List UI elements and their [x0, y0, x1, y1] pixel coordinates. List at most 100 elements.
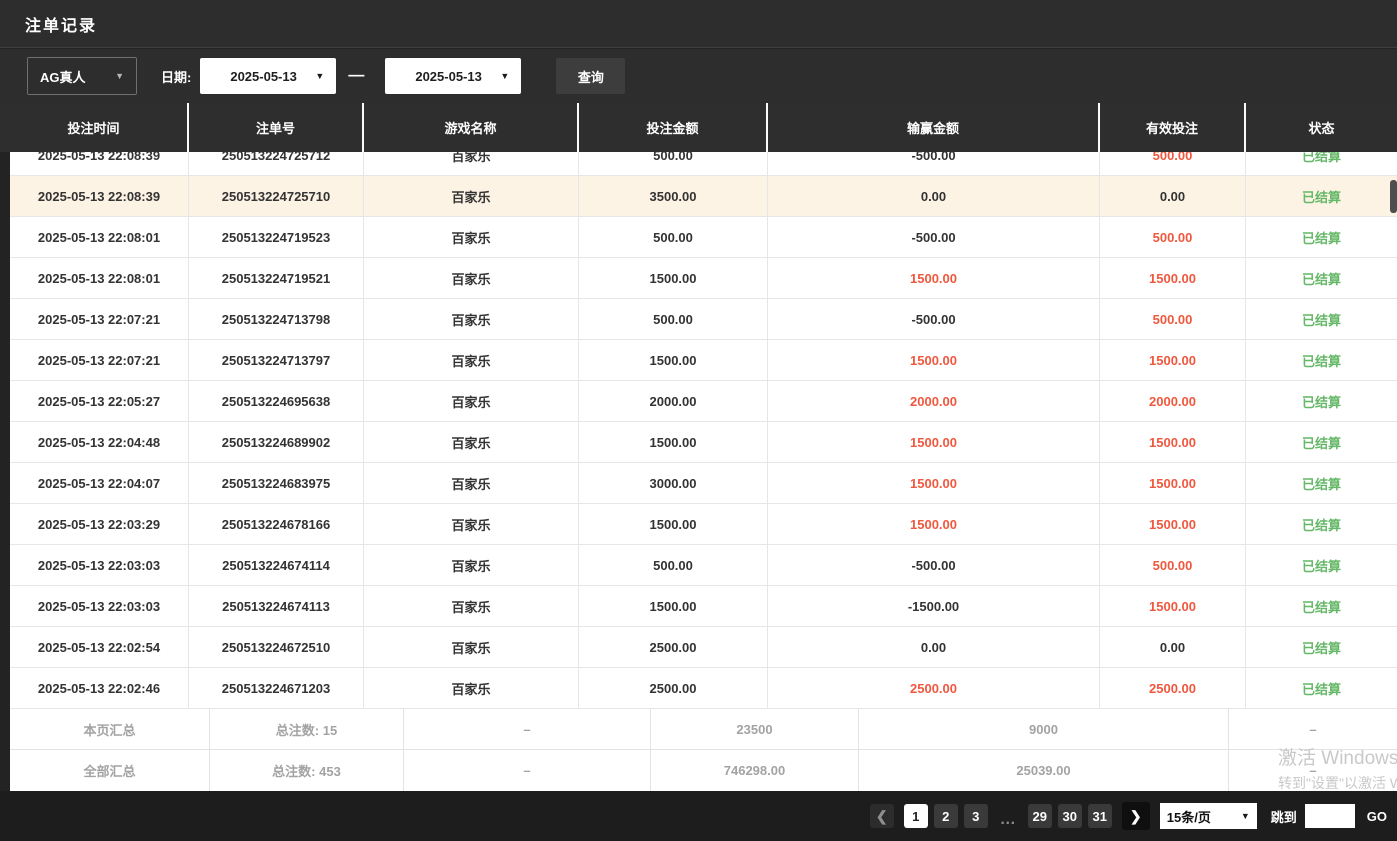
- cell-order-id: 250513224719521: [189, 258, 364, 298]
- table-row[interactable]: 2025-05-13 22:04:07250513224683975百家乐300…: [10, 463, 1397, 504]
- table-row[interactable]: 2025-05-13 22:08:01250513224719523百家乐500…: [10, 217, 1397, 258]
- cell-win-amount: -500.00: [768, 299, 1100, 339]
- prev-page-button[interactable]: ❮: [870, 804, 894, 828]
- page-button[interactable]: 30: [1058, 804, 1082, 828]
- summary-dash: –: [404, 709, 651, 749]
- table-row[interactable]: 2025-05-13 22:02:54250513224672510百家乐250…: [10, 627, 1397, 668]
- cell-bet-amount: 500.00: [579, 299, 768, 339]
- game-select[interactable]: AG真人 ▼: [27, 57, 137, 95]
- cell-order-id: 250513224678166: [189, 504, 364, 544]
- cell-bet-amount: 500.00: [579, 152, 768, 175]
- cell-win-amount: 1500.00: [768, 340, 1100, 380]
- cell-win-amount: 0.00: [768, 627, 1100, 667]
- watermark-line1: 激活 Windows: [1278, 743, 1397, 770]
- cell-bet-amount: 1500.00: [579, 586, 768, 626]
- cell-game-name: 百家乐: [364, 545, 579, 585]
- scrollbar-thumb[interactable]: [1390, 180, 1397, 213]
- cell-status: 已结算: [1246, 217, 1397, 257]
- cell-valid-bet: 500.00: [1100, 545, 1246, 585]
- cell-bet-time: 2025-05-13 22:08:39: [10, 176, 189, 216]
- cell-valid-bet: 1500.00: [1100, 422, 1246, 462]
- cell-bet-time: 2025-05-13 22:08:01: [10, 217, 189, 257]
- date-from-value: 2025-05-13: [230, 69, 297, 84]
- cell-bet-amount: 1500.00: [579, 422, 768, 462]
- watermark-line2: 转到"设置"以激活 Windows。: [1278, 773, 1397, 793]
- cell-win-amount: 1500.00: [768, 504, 1100, 544]
- cell-bet-time: 2025-05-13 22:07:21: [10, 299, 189, 339]
- summary-label: 全部汇总: [10, 750, 210, 791]
- cell-order-id: 250513224689902: [189, 422, 364, 462]
- cell-win-amount: -500.00: [768, 152, 1100, 175]
- date-label: 日期:: [161, 67, 191, 86]
- game-select-value: AG真人: [40, 67, 86, 86]
- cell-valid-bet: 0.00: [1100, 176, 1246, 216]
- cell-win-amount: 1500.00: [768, 422, 1100, 462]
- page-button[interactable]: 31: [1088, 804, 1112, 828]
- cell-game-name: 百家乐: [364, 627, 579, 667]
- page-button[interactable]: 3: [964, 804, 988, 828]
- filter-bar: AG真人 ▼ 日期: 2025-05-13 ▼ — 2025-05-13 ▼ 查…: [0, 49, 1397, 103]
- table-row[interactable]: 2025-05-13 22:04:48250513224689902百家乐150…: [10, 422, 1397, 463]
- jump-page-input[interactable]: [1305, 804, 1355, 828]
- summary-count: 总注数: 15: [210, 709, 404, 749]
- windows-activation-watermark: 激活 Windows 转到"设置"以激活 Windows。: [1278, 743, 1397, 793]
- table-row[interactable]: 2025-05-13 22:05:27250513224695638百家乐200…: [10, 381, 1397, 422]
- cell-win-amount: -500.00: [768, 217, 1100, 257]
- cell-bet-amount: 2500.00: [579, 668, 768, 708]
- cell-win-amount: 1500.00: [768, 258, 1100, 298]
- page-size-value: 15条/页: [1167, 807, 1211, 826]
- page-size-select[interactable]: 15条/页 ▼: [1160, 803, 1257, 829]
- cell-win-amount: 2500.00: [768, 668, 1100, 708]
- table-row[interactable]: 2025-05-13 22:03:03250513224674113百家乐150…: [10, 586, 1397, 627]
- cell-status: 已结算: [1246, 504, 1397, 544]
- cell-status: 已结算: [1246, 463, 1397, 503]
- cell-order-id: 250513224725710: [189, 176, 364, 216]
- cell-status: 已结算: [1246, 586, 1397, 626]
- cell-status: 已结算: [1246, 340, 1397, 380]
- page-list: ❮123…293031❯: [870, 802, 1150, 830]
- table-row[interactable]: 2025-05-13 22:03:03250513224674114百家乐500…: [10, 545, 1397, 586]
- summary-count: 总注数: 453: [210, 750, 404, 791]
- cell-order-id: 250513224674114: [189, 545, 364, 585]
- page-button[interactable]: 1: [904, 804, 928, 828]
- cell-status: 已结算: [1246, 152, 1397, 175]
- date-from-select[interactable]: 2025-05-13 ▼: [200, 58, 336, 94]
- table-body: 2025-05-13 22:08:39250513224725712百家乐500…: [10, 152, 1397, 709]
- cell-order-id: 250513224725712: [189, 152, 364, 175]
- column-header: 输赢金额: [768, 103, 1100, 152]
- summary-bet-total: 23500: [651, 709, 859, 749]
- jump-to-label: 跳到: [1271, 807, 1297, 826]
- table-row[interactable]: 2025-05-13 22:08:39250513224725712百家乐500…: [10, 152, 1397, 176]
- date-range-separator: —: [348, 67, 364, 85]
- table-row[interactable]: 2025-05-13 22:07:21250513224713797百家乐150…: [10, 340, 1397, 381]
- cell-valid-bet: 0.00: [1100, 627, 1246, 667]
- cell-bet-time: 2025-05-13 22:02:54: [10, 627, 189, 667]
- cell-bet-time: 2025-05-13 22:08:39: [10, 152, 189, 175]
- next-page-button[interactable]: ❯: [1122, 802, 1150, 830]
- go-button[interactable]: GO: [1367, 809, 1387, 824]
- bet-records-page: 注单记录 AG真人 ▼ 日期: 2025-05-13 ▼ — 2025-05-1…: [0, 0, 1397, 841]
- table-row[interactable]: 2025-05-13 22:03:29250513224678166百家乐150…: [10, 504, 1397, 545]
- table-row[interactable]: 2025-05-13 22:08:01250513224719521百家乐150…: [10, 258, 1397, 299]
- cell-status: 已结算: [1246, 299, 1397, 339]
- date-to-value: 2025-05-13: [415, 69, 482, 84]
- table-row[interactable]: 2025-05-13 22:08:39250513224725710百家乐350…: [10, 176, 1397, 217]
- summary-section: 本页汇总总注数: 15–235009000–全部汇总总注数: 453–74629…: [10, 709, 1397, 791]
- cell-win-amount: 0.00: [768, 176, 1100, 216]
- cell-valid-bet: 1500.00: [1100, 586, 1246, 626]
- date-to-select[interactable]: 2025-05-13 ▼: [385, 58, 521, 94]
- page-button[interactable]: 2: [934, 804, 958, 828]
- chevron-down-icon: ▼: [115, 71, 124, 81]
- query-button[interactable]: 查询: [556, 58, 625, 94]
- column-header: 投注时间: [0, 103, 189, 152]
- cell-game-name: 百家乐: [364, 340, 579, 380]
- cell-valid-bet: 1500.00: [1100, 504, 1246, 544]
- cell-bet-amount: 1500.00: [579, 340, 768, 380]
- table-row[interactable]: 2025-05-13 22:07:21250513224713798百家乐500…: [10, 299, 1397, 340]
- cell-valid-bet: 500.00: [1100, 152, 1246, 175]
- cell-valid-bet: 1500.00: [1100, 258, 1246, 298]
- page-button[interactable]: 29: [1028, 804, 1052, 828]
- page-title: 注单记录: [25, 12, 97, 36]
- table-row[interactable]: 2025-05-13 22:02:46250513224671203百家乐250…: [10, 668, 1397, 709]
- cell-game-name: 百家乐: [364, 152, 579, 175]
